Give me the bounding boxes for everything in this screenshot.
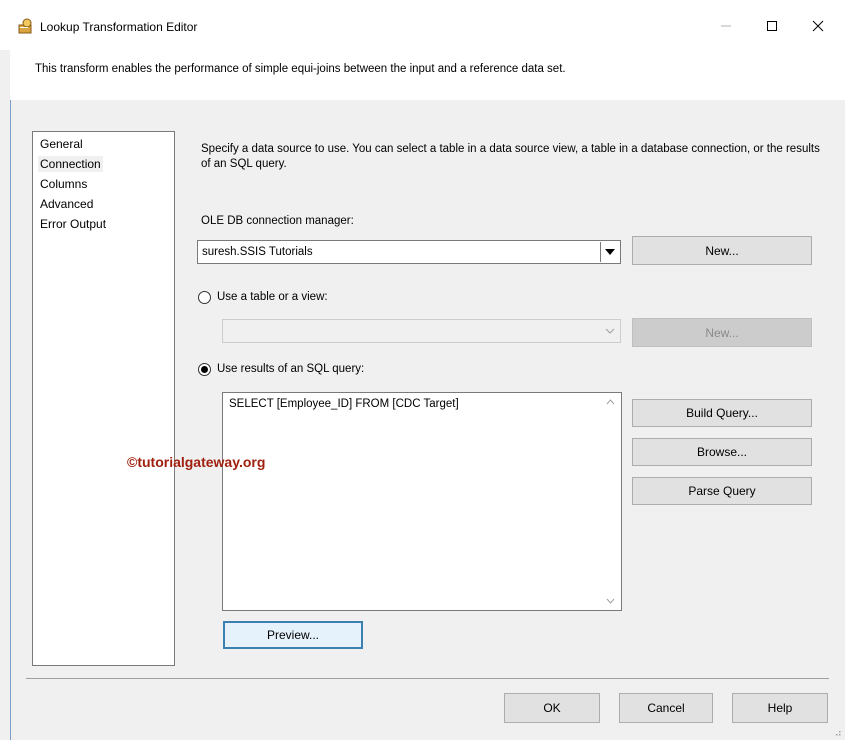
scroll-up-icon[interactable] — [606, 398, 615, 405]
scroll-down-icon[interactable] — [606, 598, 615, 605]
minimize-button[interactable] — [706, 10, 746, 42]
nav-item-error-output[interactable]: Error Output — [38, 216, 108, 232]
build-query-button[interactable]: Build Query... — [632, 399, 812, 427]
new-connection-button[interactable]: New... — [632, 236, 812, 265]
close-button[interactable] — [798, 10, 838, 42]
radio-selected-dot — [201, 366, 208, 373]
connection-manager-label: OLE DB connection manager: — [201, 215, 354, 227]
page-nav-list: General Connection Columns Advanced Erro… — [32, 131, 175, 666]
ok-button[interactable]: OK — [504, 693, 600, 723]
new-table-button[interactable]: New... — [632, 318, 812, 347]
triangle-down-icon — [605, 249, 615, 255]
lookup-editor-window: Lookup Transformation Editor This transf… — [0, 0, 845, 740]
preview-button[interactable]: Preview... — [223, 621, 363, 649]
close-icon — [812, 20, 824, 32]
maximize-icon — [767, 21, 777, 31]
connection-description: Specify a data source to use. You can se… — [201, 143, 820, 170]
connection-manager-value: suresh.SSIS Tutorials — [202, 246, 313, 258]
nav-item-general[interactable]: General — [38, 136, 85, 152]
help-button[interactable]: Help — [732, 693, 828, 723]
resize-grip-icon[interactable] — [831, 726, 841, 736]
nav-item-columns[interactable]: Columns — [38, 176, 89, 192]
dropdown-arrow-button[interactable] — [600, 242, 619, 262]
maximize-button[interactable] — [752, 10, 792, 42]
cancel-button[interactable]: Cancel — [619, 693, 713, 723]
table-select[interactable] — [222, 319, 621, 343]
window-left-edge — [10, 50, 11, 740]
watermark-text: ©tutorialgateway.org — [127, 454, 266, 470]
minimize-icon — [721, 25, 731, 27]
sql-query-text: SELECT [Employee_ID] FROM [CDC Target] — [229, 398, 459, 410]
chevron-down-icon — [605, 328, 615, 334]
use-table-label: Use a table or a view: — [217, 291, 328, 303]
header-panel: This transform enables the performance o… — [10, 50, 845, 100]
connection-manager-select[interactable]: suresh.SSIS Tutorials — [197, 240, 621, 264]
use-sql-label: Use results of an SQL query: — [217, 363, 365, 375]
ssis-lookup-icon — [18, 18, 32, 34]
use-sql-radio[interactable] — [198, 363, 211, 376]
window-title: Lookup Transformation Editor — [40, 20, 198, 34]
browse-button[interactable]: Browse... — [632, 438, 812, 466]
parse-query-button[interactable]: Parse Query — [632, 477, 812, 505]
nav-item-advanced[interactable]: Advanced — [38, 196, 95, 212]
nav-item-connection[interactable]: Connection — [38, 156, 103, 172]
sql-query-textarea[interactable]: SELECT [Employee_ID] FROM [CDC Target] — [222, 392, 622, 611]
footer-separator — [26, 678, 829, 679]
use-table-radio[interactable] — [198, 291, 211, 304]
title-bar[interactable]: Lookup Transformation Editor — [0, 0, 845, 50]
header-description: This transform enables the performance o… — [35, 63, 566, 75]
